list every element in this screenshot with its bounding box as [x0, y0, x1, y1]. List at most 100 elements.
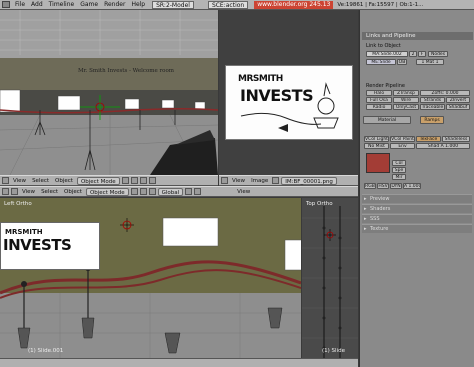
preview-panel[interactable]: Preview — [362, 194, 472, 204]
select-menu[interactable]: Select — [30, 178, 51, 184]
mode-select[interactable]: Object Mode — [76, 176, 120, 185]
env-button[interactable]: Env — [390, 143, 415, 149]
image-viewer-header: View Image IM:BF_00001.png — [219, 175, 358, 186]
screen-field[interactable]: SR:2-Model — [152, 0, 194, 9]
texture-panel[interactable]: Texture — [362, 224, 472, 234]
mode-select[interactable]: Object Mode — [85, 187, 129, 196]
menu-collapse-icon[interactable] — [11, 188, 18, 195]
window-type-icon[interactable] — [2, 188, 9, 195]
menu-file[interactable]: File — [12, 0, 28, 10]
links-panel-header[interactable]: Links and Pipeline — [362, 32, 473, 40]
manipulator-icon[interactable] — [148, 188, 156, 195]
alpha-field[interactable]: A 1.000 — [403, 183, 421, 189]
view-menu[interactable]: View — [11, 178, 28, 184]
zoffs-field[interactable]: Zoffs: 0.000 — [420, 90, 470, 96]
layer-icon[interactable] — [148, 177, 156, 184]
window-type-icon[interactable] — [221, 177, 228, 184]
menu-timeline[interactable]: Timeline — [46, 0, 78, 10]
view-menu[interactable]: View — [20, 189, 37, 195]
top-ortho-viewport[interactable]: Top Ortho (1) Slide — [302, 198, 358, 358]
nodes-button[interactable]: Nodes — [428, 51, 448, 57]
top-menu-bar: File Add Timeline Game Render Help SR:2-… — [0, 0, 474, 10]
layer-icon[interactable] — [185, 188, 193, 195]
viewport-footer: (1) Slide — [322, 348, 345, 354]
ztransp-button[interactable]: ZTransp — [393, 90, 419, 96]
window-type-icon[interactable] — [2, 1, 10, 8]
fake-user-button[interactable]: F — [418, 51, 426, 57]
slide-image: MRSMITH INVESTS — [0, 222, 100, 270]
pivot-icon[interactable] — [130, 177, 138, 184]
viewport-label: Left Ortho — [4, 201, 32, 207]
users-count[interactable]: 2 — [409, 51, 417, 57]
image-menu[interactable]: Image — [249, 178, 270, 184]
hsv-mode-button[interactable]: HSV — [377, 183, 389, 189]
image-browse-icon[interactable] — [272, 177, 280, 184]
viewport-label: Top Ortho — [306, 201, 333, 207]
perspective-viewport[interactable]: Mr. Smith Invests - Welcome room — [0, 10, 218, 175]
left-ortho-viewport[interactable]: MRSMITH INVESTS Left Ortho (1) Slide.001 — [0, 198, 301, 358]
select-menu[interactable]: Select — [39, 189, 60, 195]
scene-field[interactable]: SCE:action — [207, 0, 249, 9]
pivot-icon[interactable] — [139, 188, 147, 195]
full-osa-button[interactable]: Full Osa — [366, 97, 392, 103]
spe-button[interactable]: Spe — [392, 167, 406, 173]
status-strip — [0, 358, 358, 367]
material-color-swatch[interactable] — [366, 153, 390, 173]
radio-button[interactable]: Radio — [366, 104, 392, 110]
object-menu[interactable]: Object — [53, 178, 75, 184]
zinvert-button[interactable]: ZInvert — [446, 97, 470, 103]
ob-button[interactable]: OB — [397, 59, 407, 65]
tab-material[interactable]: Material — [363, 116, 411, 124]
onlycast-button[interactable]: OnlyCast — [393, 104, 419, 110]
rendered-image: MRSMITH INVESTS — [225, 65, 353, 140]
tab-ramps[interactable]: Ramps — [420, 116, 444, 124]
mesh-name-field[interactable]: ME:Slide — [366, 59, 396, 65]
wire-button[interactable]: Wire — [393, 97, 419, 103]
lock-icon[interactable] — [194, 188, 202, 195]
scene-stats: Ve:19861 | Fa:15597 | Ob:1-1... — [337, 1, 424, 8]
halo-button[interactable]: Halo — [366, 90, 392, 96]
wall-caption: Mr. Smith Invests - Welcome room — [78, 68, 174, 74]
shad-alpha-field[interactable]: Shad A 1.000 — [416, 143, 470, 149]
object-menu[interactable]: Object — [62, 189, 84, 195]
window-type-icon[interactable] — [2, 177, 9, 184]
sss-panel[interactable]: SSS — [362, 214, 472, 224]
mir-button[interactable]: Mir — [392, 174, 406, 180]
texface-button[interactable]: TexFace — [416, 136, 441, 142]
image-viewer[interactable]: MRSMITH INVESTS — [219, 10, 358, 175]
orientation-select[interactable]: Global — [157, 187, 184, 196]
shading-icon[interactable] — [121, 177, 129, 184]
dyn-mode-button[interactable]: DYN — [390, 183, 402, 189]
blender-url[interactable]: www.blender.org 245.13 — [254, 0, 334, 9]
menu-game[interactable]: Game — [77, 0, 101, 10]
shadeless-button[interactable]: Shadeless — [442, 136, 470, 142]
logo-line-1: MRSMITH — [5, 228, 43, 236]
bottom-viewport-header: View Select Object Object Mode Global Vi… — [0, 186, 358, 197]
traceable-button[interactable]: Traceable — [420, 104, 445, 110]
render-pipeline-label: Render Pipeline — [366, 83, 405, 89]
shading-icon[interactable] — [130, 188, 138, 195]
vcol-paint-button[interactable]: VCol Paint — [390, 136, 415, 142]
no-mist-button[interactable]: No Mist — [364, 143, 389, 149]
menu-add[interactable]: Add — [28, 0, 46, 10]
logo-line-2: INVESTS — [3, 236, 72, 254]
col-button[interactable]: Col — [392, 160, 406, 166]
viewport-footer: (1) Slide.001 — [28, 348, 64, 354]
perspective-header: View Select Object Object Mode — [0, 175, 218, 186]
vcol-light-button[interactable]: VCol Light — [364, 136, 389, 142]
material-index[interactable]: 1 Mat 1 — [416, 59, 444, 65]
buttons-window: Links and Pipeline Link to Object MA:Sli… — [359, 10, 474, 367]
menu-render[interactable]: Render — [101, 0, 128, 10]
rgb-mode-button[interactable]: RGB — [364, 183, 376, 189]
manipulator-icon[interactable] — [139, 177, 147, 184]
view-menu-top[interactable]: View — [235, 189, 252, 195]
strands-button[interactable]: Strands — [420, 97, 445, 103]
shadbuf-button[interactable]: Shadbuf — [446, 104, 470, 110]
image-name-field[interactable]: IM:BF_00001.png — [281, 176, 337, 185]
shaders-panel[interactable]: Shaders — [362, 204, 472, 214]
view-menu[interactable]: View — [230, 178, 247, 184]
menu-help[interactable]: Help — [128, 0, 148, 10]
top-ortho-scene — [302, 206, 358, 358]
material-name-field[interactable]: MA:Slide.002 — [366, 51, 408, 57]
link-to-object-label: Link to Object — [366, 43, 401, 49]
